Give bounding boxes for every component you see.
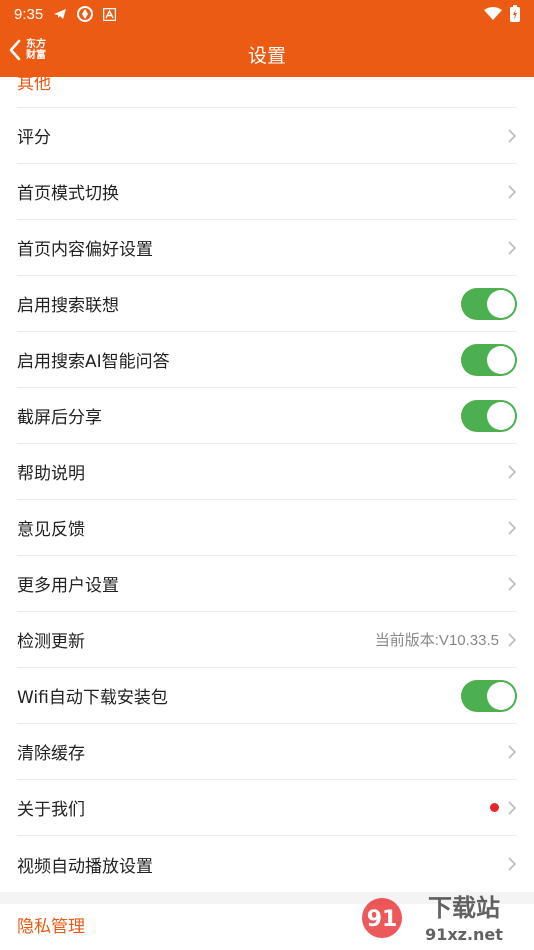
settings-row-search-ai: 启用搜索AI智能问答 [17, 332, 517, 388]
chevron-right-icon [508, 128, 517, 143]
settings-list: 评分 首页模式切换 首页内容偏好设置 启用搜索联想 启用搜索AI智能问答 截屏后… [0, 108, 534, 944]
app-bar: 东方 财富 设置 [0, 28, 534, 77]
status-notification-icons [53, 6, 117, 22]
row-label: Wifi自动下载安装包 [17, 688, 168, 708]
new-badge-dot [490, 803, 499, 812]
settings-row-screenshot-share: 截屏后分享 [17, 388, 517, 444]
row-label: 截屏后分享 [17, 408, 102, 428]
watermark-logo: 91 下载站 91xz.net [362, 894, 503, 944]
toggle-knob [487, 289, 515, 318]
current-version-text: 当前版本:V10.33.5 [374, 632, 499, 649]
sync-icon [77, 6, 94, 22]
chevron-right-icon [508, 744, 517, 759]
settings-row-rating[interactable]: 评分 [17, 108, 517, 164]
row-label: 清除缓存 [17, 744, 85, 764]
settings-row-feedback[interactable]: 意见反馈 [17, 500, 517, 556]
settings-row-help[interactable]: 帮助说明 [17, 444, 517, 500]
settings-row-more-user-settings[interactable]: 更多用户设置 [17, 556, 517, 612]
row-label: 启用搜索联想 [17, 296, 119, 316]
status-bar: 9:35 [0, 0, 534, 28]
settings-row-video-autoplay[interactable]: 视频自动播放设置 [17, 836, 517, 892]
settings-list-container[interactable]: 其他 评分 首页模式切换 首页内容偏好设置 启用搜索联想 启用搜索AI智能问答 [0, 77, 534, 950]
row-label: 关于我们 [17, 800, 85, 820]
row-label: 首页模式切换 [17, 184, 119, 204]
wifi-icon [484, 6, 502, 20]
chevron-right-icon [508, 240, 517, 255]
chevron-right-icon [508, 184, 517, 199]
settings-row-about-us[interactable]: 关于我们 [17, 780, 517, 836]
chevron-right-icon [508, 632, 517, 647]
row-label: 检测更新 [17, 632, 85, 652]
battery-icon [510, 5, 520, 22]
settings-row-search-suggest: 启用搜索联想 [17, 276, 517, 332]
text-app-icon [103, 7, 117, 21]
row-label: 评分 [17, 128, 51, 148]
section-header-other: 其他 [17, 77, 51, 94]
settings-row-home-content-preference[interactable]: 首页内容偏好设置 [17, 220, 517, 276]
wifi-auto-download-toggle[interactable] [461, 679, 517, 712]
search-ai-toggle[interactable] [461, 343, 517, 376]
svg-text:91: 91 [367, 907, 398, 932]
watermark-text-url: 91xz.net [425, 925, 503, 944]
toggle-knob [487, 345, 515, 374]
chevron-right-icon [508, 800, 517, 815]
search-suggest-toggle[interactable] [461, 287, 517, 320]
chevron-right-icon [508, 857, 517, 871]
toggle-knob [487, 681, 515, 710]
watermark-text-main: 下载站 [428, 894, 500, 922]
chevron-right-icon [508, 576, 517, 591]
settings-row-wifi-auto-download: Wifi自动下载安装包 [17, 668, 517, 724]
chevron-right-icon [508, 520, 517, 535]
chevron-right-icon [508, 464, 517, 479]
settings-row-check-update[interactable]: 检测更新 当前版本:V10.33.5 [17, 612, 517, 668]
screenshot-share-toggle[interactable] [461, 399, 517, 432]
row-label: 首页内容偏好设置 [17, 240, 153, 260]
telegram-icon [54, 9, 67, 19]
row-label: 帮助说明 [17, 464, 85, 484]
row-label: 意见反馈 [17, 520, 85, 540]
settings-row-home-mode[interactable]: 首页模式切换 [17, 164, 517, 220]
toggle-knob [487, 401, 515, 430]
page-title: 设置 [247, 45, 286, 67]
row-label: 启用搜索AI智能问答 [17, 352, 170, 372]
status-time: 9:35 [14, 5, 44, 23]
status-system-icons [484, 5, 520, 22]
row-label: 更多用户设置 [17, 576, 119, 596]
settings-row-clear-cache[interactable]: 清除缓存 [17, 724, 517, 780]
row-label: 视频自动播放设置 [17, 856, 153, 877]
